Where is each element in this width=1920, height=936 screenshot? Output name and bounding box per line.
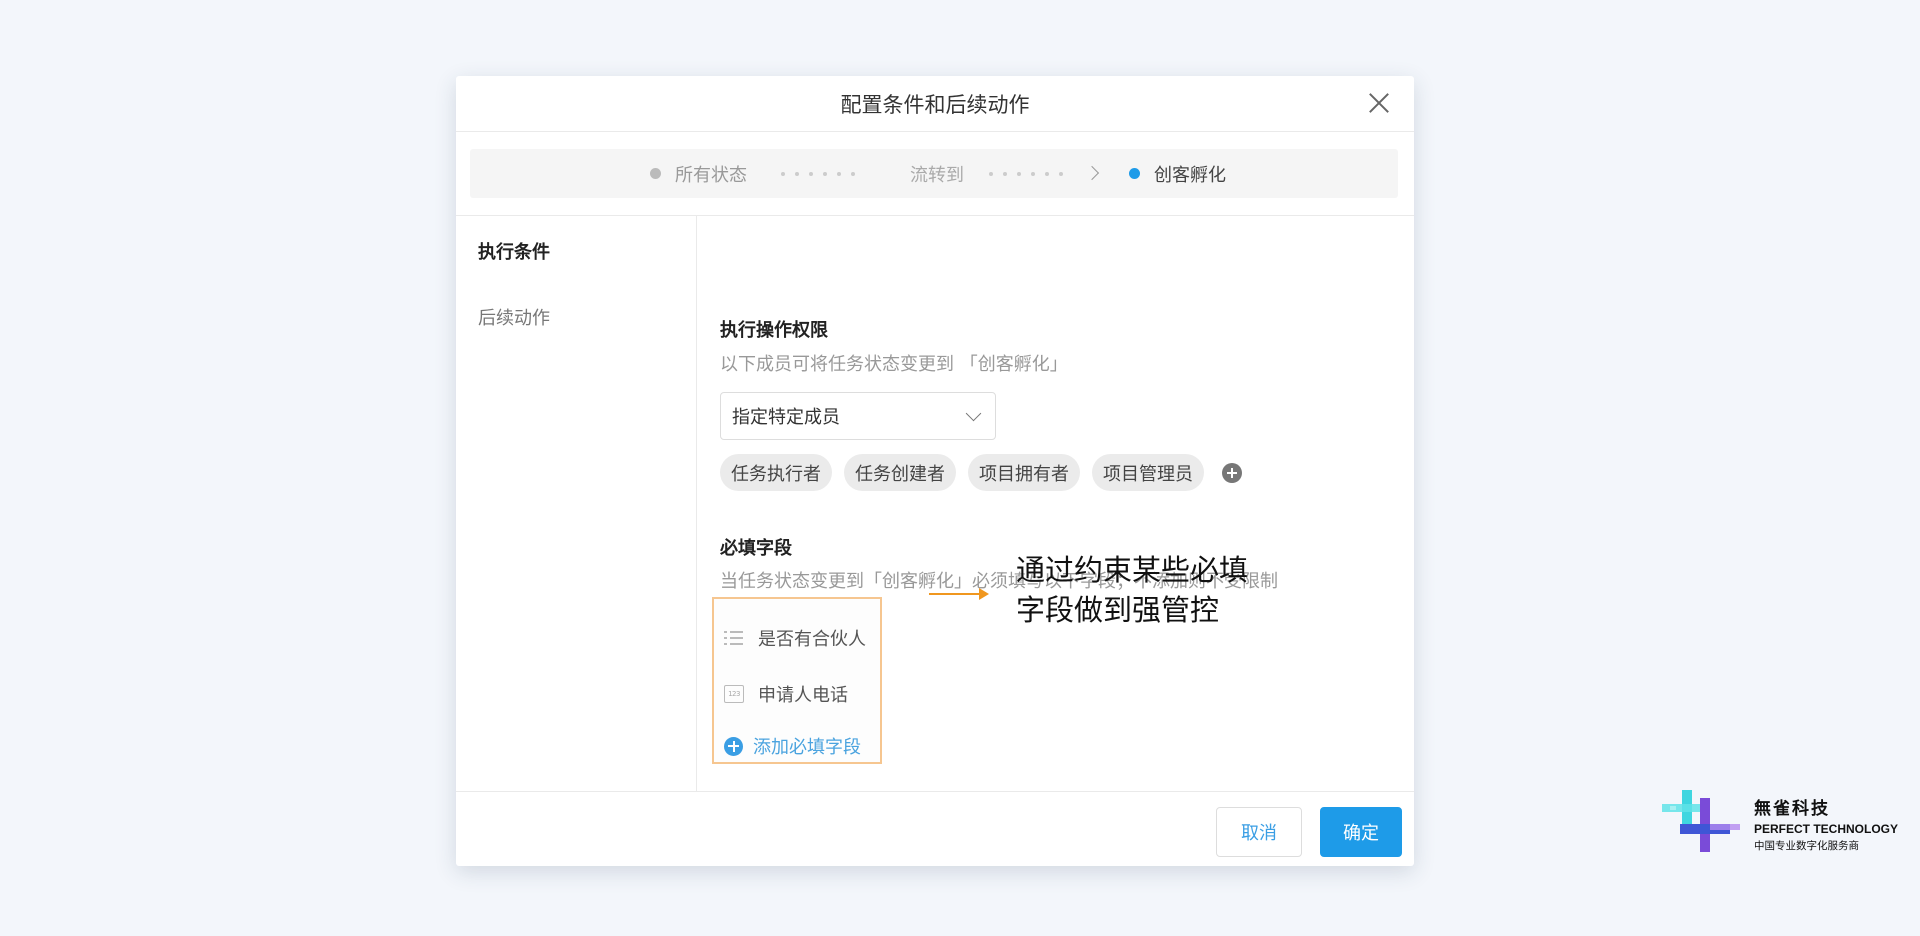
divider [696, 216, 697, 791]
step-transition: 流转到 [910, 149, 964, 198]
brand-name-en: PERFECT TECHNOLOGY [1754, 822, 1899, 836]
annotation-line: 字段做到强管控 [1016, 593, 1220, 627]
required-field-item[interactable]: 123 申请人电话 [724, 681, 848, 707]
step-dot [650, 168, 661, 179]
step-label: 创客孵化 [1154, 164, 1226, 186]
brand-logo: 無雀科技 PERFECT TECHNOLOGY 中国专业数字化服务商 [1662, 788, 1902, 858]
brand-logo-mark-icon [1662, 790, 1740, 852]
step-source-status: 所有状态 [650, 149, 747, 198]
required-fields-title: 必填字段 [720, 538, 792, 559]
chevron-right-icon [1084, 165, 1100, 181]
member-select-value: 指定特定成员 [732, 407, 840, 428]
add-required-field-label: 添加必填字段 [753, 737, 861, 758]
member-tag[interactable]: 项目拥有者 [968, 454, 1080, 491]
plus-circle-icon [724, 736, 743, 756]
step-connector-dots [781, 172, 855, 176]
required-fields-list: 是否有合伙人 123 申请人电话 添加必填字段 [712, 597, 882, 764]
member-tag[interactable]: 任务创建者 [844, 454, 956, 491]
confirm-button[interactable]: 确定 [1320, 807, 1402, 857]
brand-slogan: 中国专业数字化服务商 [1754, 840, 1859, 852]
member-tag[interactable]: 项目管理员 [1092, 454, 1204, 491]
divider [456, 215, 1414, 216]
modal-header: 配置条件和后续动作 [456, 76, 1414, 132]
step-dot-active [1129, 168, 1140, 179]
add-required-field-button[interactable]: 添加必填字段 [724, 733, 861, 759]
step-target-status: 创客孵化 [1129, 149, 1226, 198]
sidebar-item-conditions[interactable]: 执行条件 [478, 238, 550, 264]
cancel-button[interactable]: 取消 [1216, 807, 1302, 857]
config-modal: 配置条件和后续动作 所有状态 流转到 创客孵化 执行条件 后续动作 执行操作权限… [456, 76, 1414, 866]
brand-text: 無雀科技 PERFECT TECHNOLOGY 中国专业数字化服务商 [1754, 794, 1898, 853]
member-tags: 任务执行者 任务创建者 项目拥有者 项目管理员 [720, 454, 1242, 491]
step-connector-dots [989, 172, 1063, 176]
permission-description: 以下成员可将任务状态变更到 「创客孵化」 [720, 354, 1068, 375]
member-select[interactable]: 指定特定成员 [720, 392, 996, 440]
step-label: 所有状态 [675, 164, 747, 186]
brand-name-cn: 無雀科技 [1754, 799, 1830, 819]
annotation-text: 通过约束某些必填 字段做到强管控 [1016, 550, 1316, 630]
step-label: 流转到 [910, 164, 964, 186]
sidebar-item-followup-actions[interactable]: 后续动作 [478, 304, 550, 330]
number-field-icon: 123 [724, 685, 744, 703]
member-tag[interactable]: 任务执行者 [720, 454, 832, 491]
status-flow-steps: 所有状态 流转到 创客孵化 [470, 149, 1398, 198]
annotation-line: 通过约束某些必填 [1016, 553, 1249, 587]
modal-title: 配置条件和后续动作 [840, 92, 1030, 117]
required-field-label: 申请人电话 [758, 685, 848, 706]
arrow-right-icon [929, 588, 989, 600]
divider [456, 791, 1414, 792]
list-icon [724, 629, 744, 647]
chevron-down-icon [965, 405, 982, 422]
close-icon[interactable] [1366, 90, 1392, 116]
add-member-icon[interactable] [1222, 462, 1242, 483]
required-field-item[interactable]: 是否有合伙人 [724, 625, 866, 651]
permission-title: 执行操作权限 [720, 320, 828, 341]
required-field-label: 是否有合伙人 [758, 629, 866, 650]
